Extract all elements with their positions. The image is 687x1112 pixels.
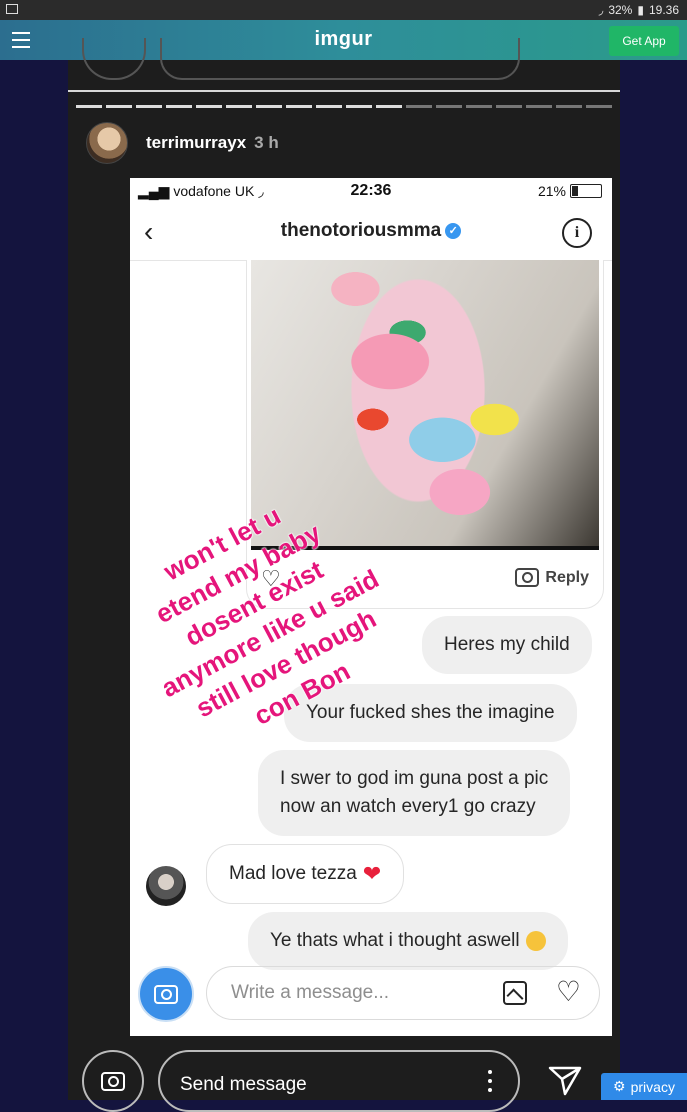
verified-badge-icon: ✓ (445, 222, 462, 239)
gallery-icon (503, 981, 527, 1005)
status-time: 19.36 (648, 3, 679, 17)
wifi-icon: ◞ (598, 3, 604, 17)
send-message-field: Send message (158, 1050, 520, 1112)
story-header: terrimurrayx 3 h (86, 122, 279, 164)
progress-segment (526, 105, 552, 108)
story-username: terrimurrayx (146, 133, 247, 152)
dm-header: ‹ thenotoriousmma ✓ i (130, 204, 612, 261)
progress-segment (556, 105, 582, 108)
avatar (86, 122, 128, 164)
privacy-button[interactable]: ⚙ privacy (601, 1073, 687, 1100)
story-camera-button (82, 1050, 144, 1112)
story-reply-bar: Send message (68, 1050, 620, 1112)
dm-composer: Write a message... ♡ (138, 962, 604, 1024)
progress-segment (586, 105, 612, 108)
avatar (146, 866, 186, 906)
camera-button (138, 966, 194, 1022)
camera-icon (515, 568, 540, 587)
message-bubble-incoming: Mad love tezza ❤ (206, 844, 405, 904)
camera-icon (101, 1071, 125, 1091)
progress-segment (256, 105, 282, 108)
more-options-icon (488, 1070, 492, 1097)
device-status-bar: ◞ 32% ▮ 19.36 (0, 0, 687, 20)
heart-icon: ♡ (555, 976, 581, 1007)
previous-story-controls (68, 38, 620, 90)
image-notification-icon (6, 4, 18, 14)
progress-segment (346, 105, 372, 108)
progress-segment (466, 105, 492, 108)
story-progress-bar (76, 105, 612, 108)
message-input: Write a message... ♡ (206, 966, 600, 1020)
progress-segment (76, 105, 102, 108)
previous-message-field (160, 38, 520, 80)
progress-segment (106, 105, 132, 108)
dm-thread-title: thenotoriousmma ✓ (130, 220, 612, 242)
progress-segment (406, 105, 432, 108)
instagram-story-image: terrimurrayx 3 h ▂▄▆ vodafone UK ◞ 22:36… (68, 38, 620, 1112)
message-bubble: I swer to god im guna post a pic now an … (258, 750, 571, 836)
send-icon (548, 1066, 582, 1096)
battery-percent: 32% (608, 3, 633, 17)
battery-icon (570, 184, 602, 198)
progress-segment (196, 105, 222, 108)
ios-status-bar: ▂▄▆ vodafone UK ◞ 22:36 21% (130, 178, 612, 204)
battery-icon: ▮ (637, 3, 644, 17)
progress-segment (496, 105, 522, 108)
reply-button: Reply (515, 568, 589, 587)
progress-segment (136, 105, 162, 108)
progress-segment (166, 105, 192, 108)
progress-segment (316, 105, 342, 108)
progress-segment (376, 105, 402, 108)
info-icon: i (562, 218, 592, 248)
camera-icon (154, 984, 178, 1004)
progress-segment (436, 105, 462, 108)
progress-segment (286, 105, 312, 108)
progress-segment (226, 105, 252, 108)
ios-battery: 21% (538, 183, 602, 199)
divider (68, 90, 620, 92)
previous-camera-button (82, 38, 146, 80)
get-app-button[interactable]: Get App (609, 26, 679, 56)
laughing-emoji-icon (525, 931, 546, 951)
gear-icon: ⚙ (613, 1078, 626, 1094)
red-heart-emoji-icon: ❤ (362, 861, 382, 886)
story-time: 3 h (254, 133, 279, 152)
